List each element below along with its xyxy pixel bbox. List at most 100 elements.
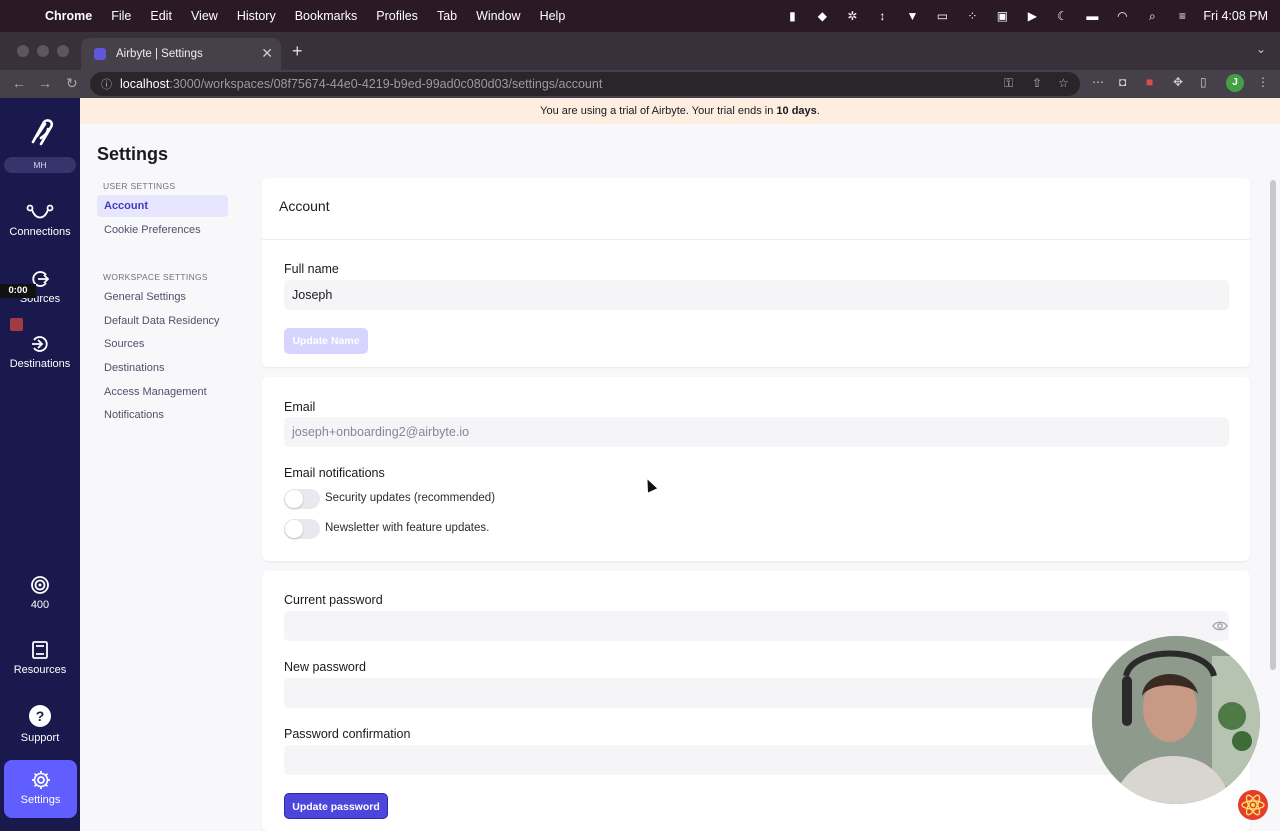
url-path: :3000/workspaces/08f75674-44e0-4219-b9ed… (169, 77, 603, 91)
key-icon[interactable]: ⚿ (1004, 76, 1013, 91)
url-host: localhost (120, 77, 170, 91)
menu-edit[interactable]: Edit (150, 9, 172, 23)
v-icon[interactable]: ▼ (897, 9, 927, 23)
app-sidebar: MH Connections Sources 0:00 Destinations… (0, 98, 80, 831)
menubar-clock[interactable]: Fri 4:08 PM (1203, 9, 1268, 23)
minimize-window-button[interactable] (37, 45, 49, 57)
newsletter-toggle[interactable] (284, 519, 320, 539)
sidebar-item-connections[interactable]: Connections (0, 204, 80, 238)
credits-count: 400 (30, 599, 50, 611)
menu-chrome[interactable]: Chrome (45, 9, 92, 23)
email-notifications-label: Email notifications (284, 466, 385, 480)
site-info-icon[interactable]: ⓘ (101, 76, 112, 92)
puzzle-icon[interactable]: ✥ (1173, 75, 1183, 89)
book-icon (32, 641, 48, 659)
security-updates-label: Security updates (recommended) (325, 492, 496, 504)
docker-icon[interactable]: ◆ (807, 9, 837, 23)
trial-days: 10 days (776, 105, 817, 117)
sidebar-item-resources[interactable]: Resources (0, 640, 80, 676)
credits-icon (31, 576, 49, 594)
sidepanel-icon[interactable]: ▯ (1200, 75, 1207, 89)
battery-icon[interactable]: ▬ (1077, 9, 1107, 23)
presenter-video-icon (1092, 636, 1260, 804)
asterisk-icon[interactable]: ✲ (837, 9, 867, 23)
password-confirmation-input[interactable] (284, 745, 1229, 775)
ublock-icon[interactable]: ◘ (1119, 75, 1126, 89)
menu-file[interactable]: File (111, 9, 131, 23)
keyboard-layout-icon[interactable]: ▣ (987, 9, 1017, 23)
close-window-button[interactable] (17, 45, 29, 57)
chevron-down-icon[interactable]: ⌄ (1256, 42, 1266, 56)
menu-profiles[interactable]: Profiles (376, 9, 418, 23)
menu-bookmarks[interactable]: Bookmarks (295, 9, 358, 23)
tray-app-icon[interactable]: ▮ (777, 9, 807, 23)
connections-icon (26, 204, 54, 219)
browser-tab-active[interactable]: Airbyte | Settings ✕ (81, 38, 281, 70)
control-center-icon[interactable]: ≡ (1167, 9, 1197, 23)
password-confirmation-label: Password confirmation (284, 727, 411, 741)
settings-link-sources[interactable]: Sources (97, 333, 228, 355)
address-bar[interactable]: ⓘ localhost:3000/workspaces/08f75674-44e… (90, 72, 1080, 96)
page-scrollbar[interactable] (1270, 180, 1276, 670)
workspace-settings-heading: WORKSPACE SETTINGS (103, 272, 208, 282)
settings-link-data-residency[interactable]: Default Data Residency (97, 310, 228, 332)
forward-icon[interactable]: → (38, 75, 52, 91)
destinations-icon (32, 336, 48, 352)
zoom-window-button[interactable] (57, 45, 69, 57)
menu-tab[interactable]: Tab (437, 9, 457, 23)
airbyte-logo-icon[interactable] (24, 116, 56, 148)
new-tab-icon[interactable]: + (292, 41, 303, 62)
settings-link-notifications[interactable]: Notifications (97, 404, 228, 426)
menu-help[interactable]: Help (540, 9, 566, 23)
spotlight-search-icon[interactable]: ⌕ (1137, 9, 1167, 24)
update-name-button[interactable]: Update Name (284, 328, 368, 354)
trial-banner-suffix: . (816, 105, 820, 117)
browser-toolbar: ← → ↻ ⓘ localhost:3000/workspaces/08f756… (0, 70, 1280, 98)
browser-menu-icon[interactable]: ⋮ (1257, 75, 1269, 89)
account-card-title: Account (262, 178, 1250, 240)
email-input[interactable]: joseph+onboarding2@airbyte.io (284, 417, 1229, 447)
stop-recording-icon[interactable] (10, 318, 23, 331)
sidebar-item-support[interactable]: ? Support (0, 704, 80, 744)
sidebar-item-destinations[interactable]: Destinations (0, 334, 80, 370)
extension-dots-icon[interactable]: ⋯ (1092, 75, 1104, 89)
security-updates-toggle[interactable] (284, 489, 320, 509)
current-password-input[interactable] (284, 611, 1229, 641)
wifi-icon[interactable]: ◠ (1107, 9, 1137, 23)
back-icon[interactable]: ← (12, 75, 26, 91)
eye-icon[interactable] (1212, 618, 1228, 634)
recording-timer: 0:00 (0, 284, 36, 298)
sidebar-item-label: Support (20, 732, 60, 744)
play-icon[interactable]: ▶ (1017, 9, 1047, 23)
menu-history[interactable]: History (237, 9, 276, 23)
menu-view[interactable]: View (191, 9, 218, 23)
workspace-badge[interactable]: MH (4, 157, 76, 173)
settings-link-general[interactable]: General Settings (97, 286, 228, 308)
airbyte-favicon (94, 48, 106, 60)
browser-tab-title: Airbyte | Settings (116, 48, 203, 60)
menu-window[interactable]: Window (476, 9, 520, 23)
window-controls (17, 45, 69, 57)
extension-red-icon[interactable]: ■ (1146, 75, 1153, 89)
update-password-button[interactable]: Update password (284, 793, 388, 819)
grid-icon[interactable]: ⁘ (957, 9, 987, 23)
full-name-input[interactable]: Joseph (284, 280, 1229, 310)
updown-icon[interactable]: ↕ (867, 9, 897, 23)
display-icon[interactable]: ▭ (927, 9, 957, 23)
macos-menubar: Chrome File Edit View History Bookmarks … (0, 0, 1280, 32)
new-password-input[interactable] (284, 678, 1229, 708)
star-icon[interactable]: ☆ (1058, 76, 1069, 90)
settings-link-access-management[interactable]: Access Management (97, 381, 228, 403)
reload-icon[interactable]: ↻ (66, 75, 78, 92)
settings-link-destinations[interactable]: Destinations (97, 357, 228, 379)
trial-banner: You are using a trial of Airbyte. Your t… (80, 98, 1280, 124)
close-tab-icon[interactable]: ✕ (261, 45, 273, 62)
sidebar-item-settings[interactable]: Settings (4, 760, 77, 818)
moon-icon[interactable]: ☾ (1047, 9, 1077, 23)
profile-avatar[interactable]: J (1226, 74, 1244, 92)
settings-link-account[interactable]: Account (97, 195, 228, 217)
settings-link-cookie-preferences[interactable]: Cookie Preferences (97, 219, 228, 241)
sidebar-item-credits[interactable]: 400 (0, 575, 80, 611)
react-devtools-icon[interactable] (1238, 790, 1268, 820)
share-icon[interactable]: ⇧ (1032, 76, 1042, 90)
